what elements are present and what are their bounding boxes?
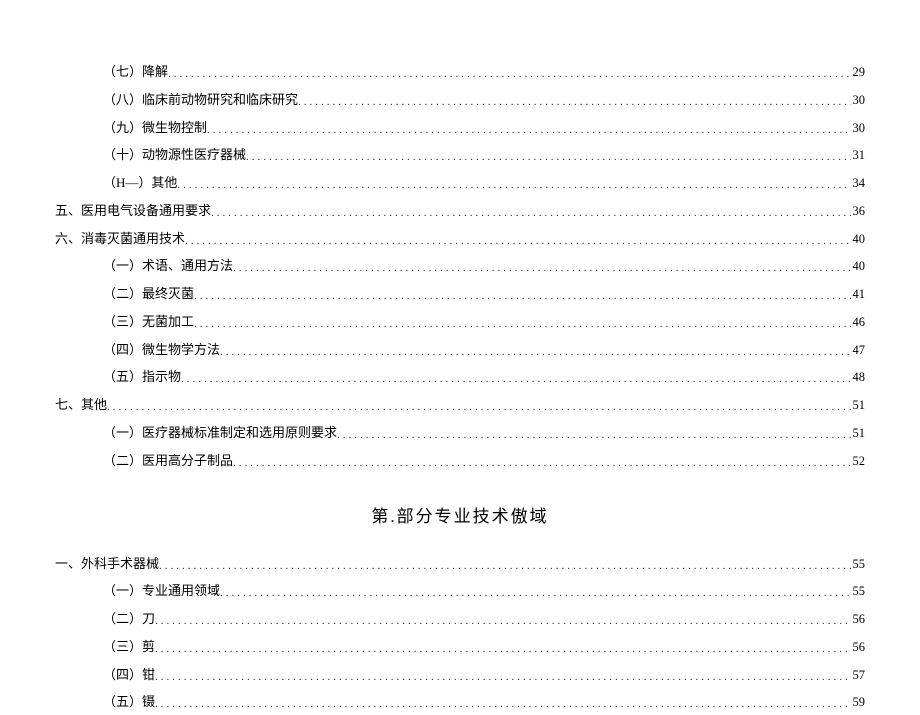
toc-entry: （五）指示物 48 — [55, 365, 865, 390]
toc-entry: 一、外科手术器械 55 — [55, 552, 865, 577]
toc-dot-leader — [220, 342, 850, 363]
section-heading: 第.部分专业技术傲域 — [55, 501, 865, 533]
toc-entry-label: （七）降解 — [103, 60, 168, 85]
toc-entry-page: 36 — [851, 200, 866, 224]
toc-dot-leader — [220, 583, 850, 604]
toc-entry-page: 46 — [851, 311, 866, 335]
toc-entry: （八）临床前动物研究和临床研究 30 — [55, 88, 865, 113]
toc-dot-leader — [155, 667, 850, 688]
toc-list-part1: （七）降解29（八）临床前动物研究和临床研究30（九）微生物控制30（十）动物源… — [55, 60, 865, 473]
toc-entry: （H—）其他 34 — [55, 171, 865, 196]
toc-entry: （七）降解 29 — [55, 60, 865, 85]
toc-dot-leader — [177, 175, 850, 196]
toc-list-part2: 一、外科手术器械55（一）专业通用领域55（二）刀56（三）剪56（四）钳57（… — [55, 552, 865, 715]
toc-entry-page: 51 — [851, 394, 866, 418]
toc-entry-label: （一）术语、通用方法 — [103, 254, 233, 279]
toc-entry: 七、其他 51 — [55, 393, 865, 418]
toc-entry: （十）动物源性医疗器械 31 — [55, 143, 865, 168]
toc-entry-label: （五）镊 — [103, 690, 155, 715]
toc-entry-label: （八）临床前动物研究和临床研究 — [103, 88, 298, 113]
toc-dot-leader — [107, 397, 850, 418]
toc-dot-leader — [155, 611, 850, 632]
toc-entry-page: 48 — [851, 366, 866, 390]
toc-entry-label: （四）微生物学方法 — [103, 338, 220, 363]
toc-dot-leader — [155, 694, 850, 715]
toc-entry-label: （二）最终灭菌 — [103, 282, 194, 307]
toc-entry-page: 40 — [851, 228, 866, 252]
toc-entry: 五、医用电气设备通用要求 36 — [55, 199, 865, 224]
toc-entry-label: （三）剪 — [103, 635, 155, 660]
toc-dot-leader — [194, 314, 850, 335]
toc-entry: （一）术语、通用方法 40 — [55, 254, 865, 279]
toc-entry: （五）镊 59 — [55, 690, 865, 715]
toc-entry: （一）专业通用领域 55 — [55, 579, 865, 604]
toc-entry: （一）医疗器械标准制定和选用原则要求 51 — [55, 421, 865, 446]
toc-dot-leader — [207, 120, 850, 141]
toc-entry-page: 30 — [851, 89, 866, 113]
toc-dot-leader — [185, 231, 850, 252]
toc-entry-label: （五）指示物 — [103, 365, 181, 390]
toc-entry-page: 30 — [851, 117, 866, 141]
toc-entry-page: 29 — [851, 61, 866, 85]
toc-dot-leader — [233, 453, 850, 474]
toc-entry: （二）最终灭菌 41 — [55, 282, 865, 307]
toc-entry-label: （九）微生物控制 — [103, 116, 207, 141]
toc-entry-page: 41 — [851, 283, 866, 307]
toc-entry: 六、消毒灭菌通用技术 40 — [55, 227, 865, 252]
toc-entry-page: 52 — [851, 450, 866, 474]
toc-dot-leader — [337, 425, 850, 446]
toc-entry: （三）无菌加工 46 — [55, 310, 865, 335]
toc-entry: （四）微生物学方法 47 — [55, 338, 865, 363]
toc-dot-leader — [168, 64, 850, 85]
toc-dot-leader — [181, 369, 850, 390]
toc-entry-label: （一）专业通用领域 — [103, 579, 220, 604]
toc-entry-page: 40 — [851, 255, 866, 279]
toc-entry: （二）医用高分子制品 52 — [55, 449, 865, 474]
toc-entry: （二）刀 56 — [55, 607, 865, 632]
toc-entry-label: （四）钳 — [103, 663, 155, 688]
toc-entry-label: （一）医疗器械标准制定和选用原则要求 — [103, 421, 337, 446]
toc-entry-label: （三）无菌加工 — [103, 310, 194, 335]
toc-entry-label: （二）医用高分子制品 — [103, 449, 233, 474]
toc-entry-page: 31 — [851, 144, 866, 168]
toc-dot-leader — [246, 147, 850, 168]
toc-entry-page: 55 — [851, 553, 866, 577]
toc-entry-page: 57 — [851, 664, 866, 688]
toc-dot-leader — [211, 203, 850, 224]
toc-dot-leader — [159, 556, 850, 577]
toc-entry-label: 七、其他 — [55, 393, 107, 418]
toc-entry: （四）钳 57 — [55, 663, 865, 688]
toc-entry-label: 五、医用电气设备通用要求 — [55, 199, 211, 224]
toc-dot-leader — [298, 92, 850, 113]
toc-entry-page: 56 — [851, 636, 866, 660]
toc-entry-label: （H—）其他 — [103, 171, 177, 196]
toc-entry-page: 47 — [851, 339, 866, 363]
toc-dot-leader — [194, 286, 850, 307]
toc-entry-label: 六、消毒灭菌通用技术 — [55, 227, 185, 252]
toc-entry-page: 51 — [851, 422, 866, 446]
toc-entry-page: 34 — [851, 172, 866, 196]
toc-entry-page: 56 — [851, 608, 866, 632]
toc-entry-label: 一、外科手术器械 — [55, 552, 159, 577]
toc-dot-leader — [155, 639, 850, 660]
toc-entry-label: （十）动物源性医疗器械 — [103, 143, 246, 168]
toc-entry-page: 59 — [851, 691, 866, 715]
toc-dot-leader — [233, 258, 850, 279]
toc-entry: （九）微生物控制 30 — [55, 116, 865, 141]
toc-entry-label: （二）刀 — [103, 607, 155, 632]
toc-entry-page: 55 — [851, 580, 866, 604]
toc-entry: （三）剪 56 — [55, 635, 865, 660]
